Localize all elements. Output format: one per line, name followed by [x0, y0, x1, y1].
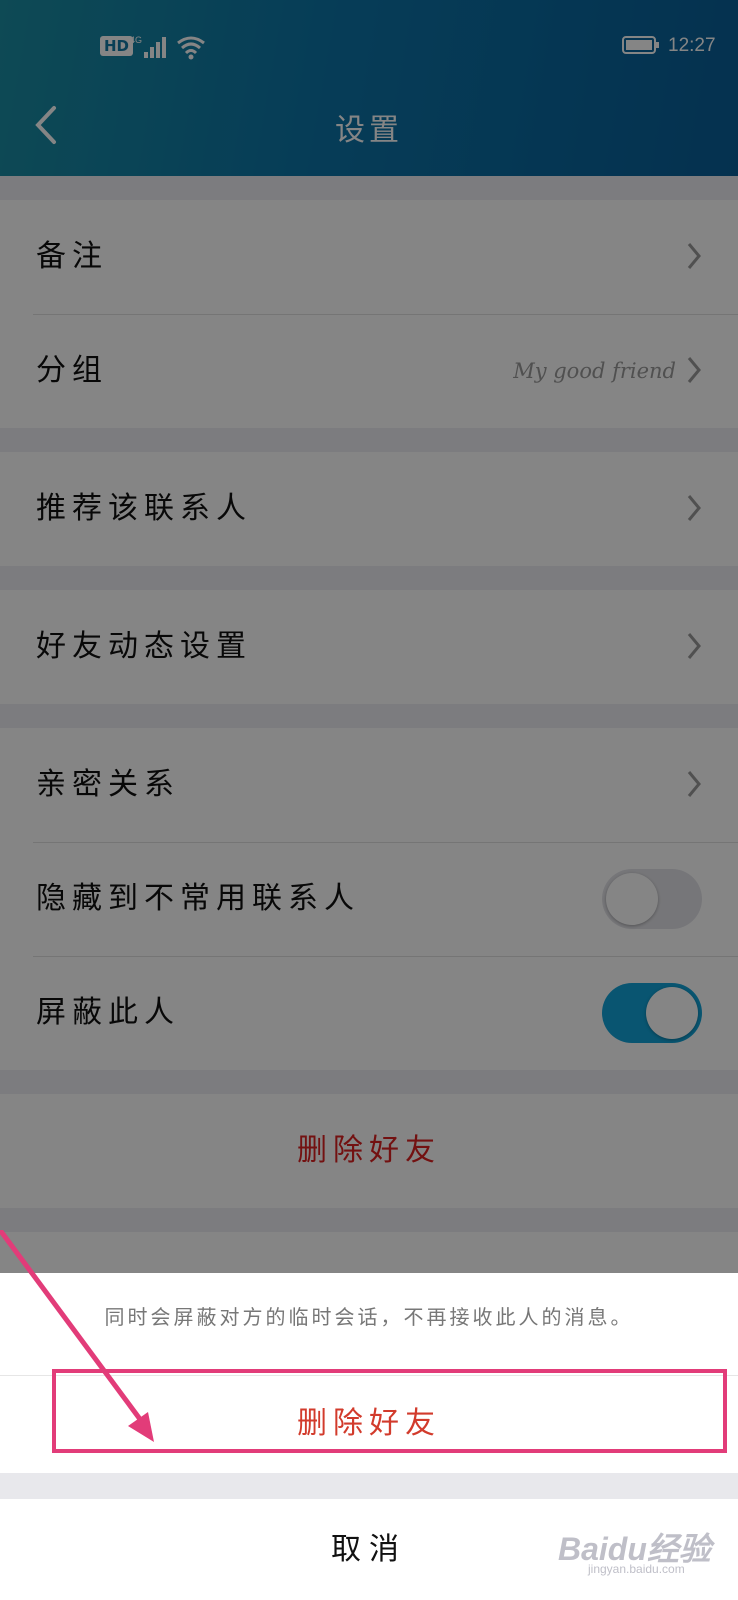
- watermark-site: jingyan.baidu.com: [588, 1562, 685, 1576]
- watermark: Baidu经验 jingyan.baidu.com: [558, 1524, 711, 1576]
- annotation-arrow-icon: [0, 1230, 154, 1442]
